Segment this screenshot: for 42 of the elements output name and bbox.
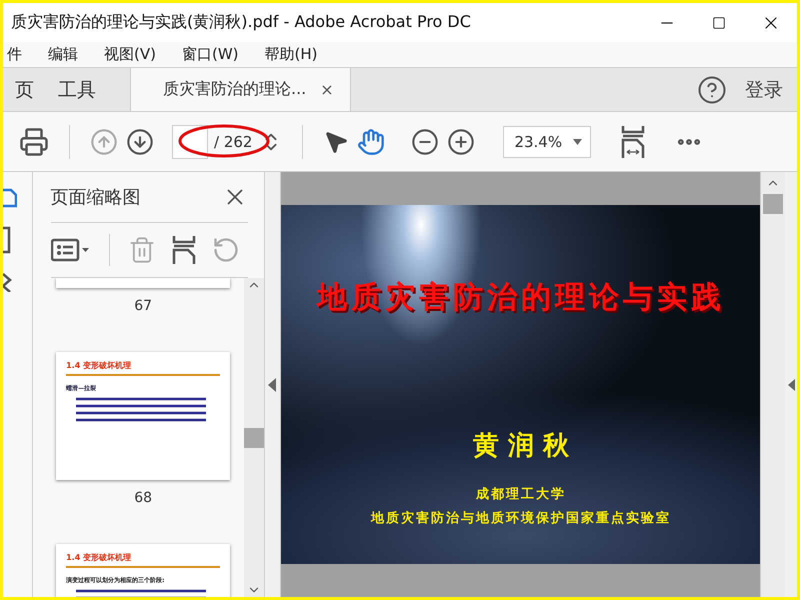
scroll-thumb[interactable] (763, 194, 784, 214)
caret-icon (573, 138, 582, 144)
menu-item[interactable]: 编辑 (48, 45, 78, 64)
menu-item[interactable]: 件 (7, 45, 22, 64)
hand-icon[interactable] (357, 128, 386, 156)
tab-close-button[interactable]: × (320, 80, 334, 99)
crop-page-icon[interactable] (172, 236, 196, 264)
scrollbar[interactable] (760, 172, 786, 597)
panel-title: 页面缩略图 (50, 186, 141, 209)
thumbnail-heading: 1.4 变形破坏机理 (66, 360, 220, 376)
menu-item[interactable]: 窗口(W) (182, 45, 239, 64)
zoom-out-icon[interactable] (411, 128, 440, 156)
page-total: / 262 (214, 132, 252, 150)
expand-icon[interactable] (788, 378, 795, 390)
thumbnail-heading: 1.4 变形破坏机理 (66, 552, 220, 568)
next-page-icon[interactable] (126, 128, 154, 156)
page-number: 67 (134, 298, 152, 314)
page-number: 68 (134, 490, 152, 506)
scroll-thumb[interactable] (244, 428, 264, 448)
page-thumbnail[interactable] (56, 278, 230, 288)
options-icon[interactable] (50, 238, 91, 262)
zoom-dropdown[interactable]: 23.4% (503, 126, 592, 158)
tab[interactable]: 工具 (46, 68, 108, 111)
slide-author: 黄 润 秋 (472, 430, 569, 463)
slide-affiliation: 地质灾害防治与地质环境保护国家重点实验室 (370, 510, 671, 527)
fit-width-icon[interactable] (621, 126, 646, 158)
help-icon[interactable] (697, 74, 727, 104)
maximize-icon[interactable] (712, 16, 726, 30)
tab[interactable]: 质灾害防治的理论... × (130, 68, 351, 111)
slide-affiliation: 成都理工大学 (476, 486, 566, 503)
page-icon[interactable] (3, 186, 17, 210)
print-icon[interactable] (19, 126, 49, 156)
menu-item[interactable]: 帮助(H) (264, 45, 318, 64)
slide-title: 地质灾害防治的理论与实践 (316, 279, 725, 317)
scrollbar[interactable] (244, 278, 264, 597)
zoom-in-icon[interactable] (447, 128, 476, 156)
bookmark-icon[interactable] (3, 226, 13, 254)
login-link[interactable]: 登录 (745, 76, 783, 102)
window-title: 质灾害防治的理论与实践(黄润秋).pdf - Adobe Acrobat Pro DC (11, 12, 472, 33)
menu-item[interactable]: 视图(V) (104, 45, 156, 64)
tab[interactable]: 页 (3, 68, 46, 111)
collapse-icon[interactable] (268, 378, 276, 392)
